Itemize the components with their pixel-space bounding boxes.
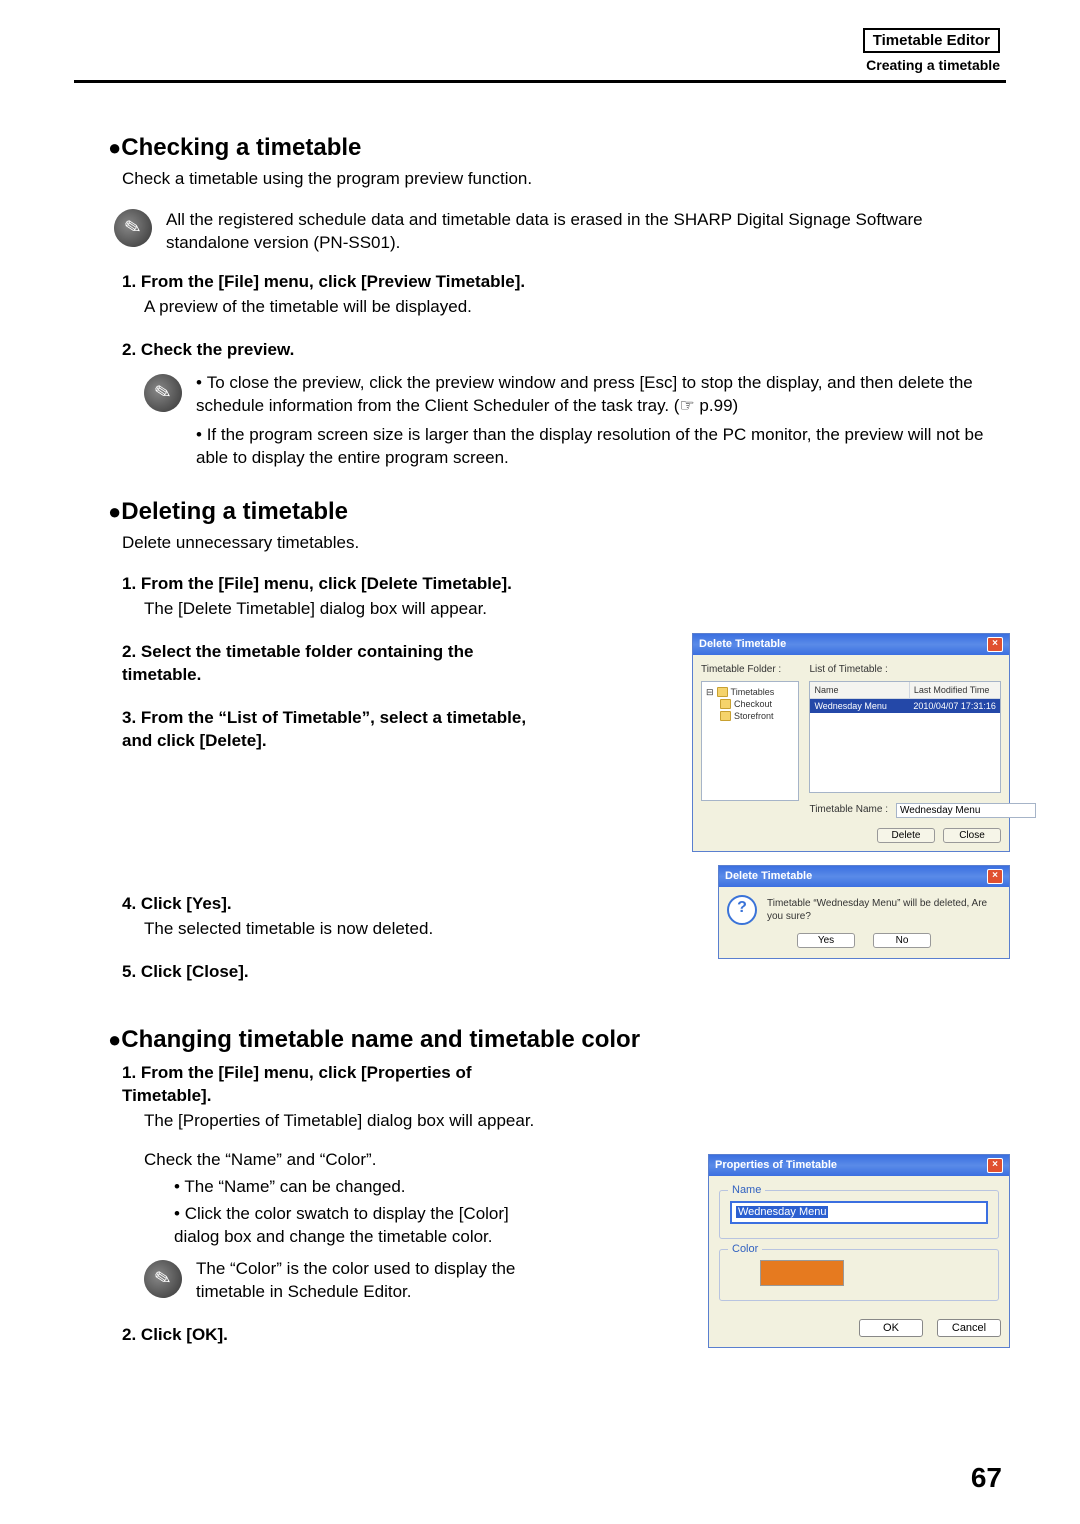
dialog-title: Delete Timetable [699, 637, 786, 652]
folder-tree[interactable]: ⊟Timetables Checkout Storefront [701, 681, 799, 801]
name-legend: Name [728, 1183, 765, 1198]
dialog-titlebar: Delete Timetable × [719, 866, 1009, 887]
close-button[interactable]: Close [943, 828, 1001, 843]
pencil-note-icon [140, 1257, 185, 1302]
ok-button[interactable]: OK [859, 1319, 923, 1337]
step-body: The selected timetable is now deleted. [144, 918, 538, 941]
step-title: Click [Yes]. [141, 894, 232, 913]
question-icon: ? [727, 895, 757, 925]
step-title: From the [File] menu, click [Preview Tim… [141, 272, 525, 291]
step-title: Check the preview. [141, 340, 294, 359]
name-group: Name Wednesday Menu [719, 1190, 999, 1239]
close-icon[interactable]: × [987, 1158, 1003, 1173]
dialog-title: Delete Timetable [725, 869, 812, 884]
changing-steps: From the [File] menu, click [Properties … [108, 1062, 558, 1347]
color-legend: Color [728, 1242, 762, 1257]
confirm-message: Timetable “Wednesday Menu” will be delet… [767, 897, 1001, 924]
dialog-titlebar: Delete Timetable × [693, 634, 1009, 655]
section-heading-deleting: ●Deleting a timetable [108, 496, 1000, 528]
dialog-titlebar: Properties of Timetable × [709, 1155, 1009, 1176]
step-title: From the “List of Timetable”, select a t… [122, 708, 526, 750]
tree-root: Timetables [731, 686, 775, 698]
step-title: Click [Close]. [141, 962, 249, 981]
column-time: Last Modified Time [910, 682, 1000, 698]
column-name: Name [810, 682, 909, 698]
header-title: Timetable Editor [863, 28, 1000, 53]
name-input[interactable]: Wednesday Menu [730, 1201, 988, 1224]
timetable-name-label: Timetable Name : [809, 803, 888, 817]
header-subtitle: Creating a timetable [863, 57, 1000, 73]
step-3: From the “List of Timetable”, select a t… [122, 707, 538, 753]
tip-text: All the registered schedule data and tim… [166, 209, 1000, 255]
timetable-list[interactable]: Name Last Modified Time Wednesday Menu 2… [809, 681, 1001, 793]
step-1: From the [File] menu, click [Properties … [122, 1062, 558, 1304]
sub-bullets: The “Name” can be changed. Click the col… [174, 1176, 558, 1249]
section-heading-checking: ●Checking a timetable [108, 132, 1000, 164]
step-title: From the [File] menu, click [Properties … [122, 1063, 472, 1105]
no-button[interactable]: No [873, 933, 931, 948]
step-5: Click [Close]. [122, 961, 538, 984]
step-title: Select the timetable folder containing t… [122, 642, 473, 684]
pencil-note-icon [140, 370, 185, 415]
dialog-title: Properties of Timetable [715, 1158, 837, 1173]
tip-row: All the registered schedule data and tim… [114, 209, 1000, 255]
color-swatch[interactable] [760, 1260, 844, 1286]
step-title: Click [OK]. [141, 1325, 228, 1344]
list-label: List of Timetable : [809, 663, 1001, 677]
inner-tip-text: To close the preview, click the preview … [196, 373, 973, 415]
page-number: 67 [971, 1462, 1002, 1494]
step-2: Click [OK]. [122, 1324, 558, 1347]
tree-item[interactable]: Storefront [734, 710, 774, 722]
step-title: From the [File] menu, click [Delete Time… [141, 574, 512, 593]
close-icon[interactable]: × [987, 869, 1003, 884]
step-1: From the [File] menu, click [Preview Tim… [122, 271, 1000, 319]
checking-steps: From the [File] menu, click [Preview Tim… [108, 271, 1000, 476]
check-name-color: Check the “Name” and “Color”. [144, 1150, 376, 1169]
yes-button[interactable]: Yes [797, 933, 855, 948]
timetable-name-input[interactable] [896, 803, 1036, 818]
row-name: Wednesday Menu [810, 699, 909, 713]
checking-intro: Check a timetable using the program prev… [122, 168, 1000, 191]
deleting-steps: From the [File] menu, click [Delete Time… [108, 573, 538, 983]
row-time: 2010/04/07 17:31:16 [909, 699, 1000, 713]
inner-tip-item: • To close the preview, click the previe… [196, 372, 1000, 418]
cancel-button[interactable]: Cancel [937, 1319, 1001, 1337]
inner-tip-item: • If the program screen size is larger t… [196, 424, 1000, 470]
confirm-delete-dialog: Delete Timetable × ? Timetable “Wednesda… [718, 865, 1010, 959]
horizontal-rule [74, 80, 1006, 83]
delete-button[interactable]: Delete [877, 828, 935, 843]
pencil-note-icon [110, 206, 155, 251]
heading-text: Changing timetable name and timetable co… [121, 1026, 640, 1053]
inner-tip-list: • To close the preview, click the previe… [196, 372, 1000, 476]
color-tip-text: The “Color” is the color used to display… [196, 1258, 558, 1304]
name-value: Wednesday Menu [736, 1206, 828, 1218]
list-row-selected[interactable]: Wednesday Menu 2010/04/07 17:31:16 [810, 699, 1000, 713]
section-heading-changing: ●Changing timetable name and timetable c… [108, 1024, 1000, 1056]
page-header: Timetable Editor Creating a timetable [863, 28, 1000, 73]
inner-tip-text: If the program screen size is larger tha… [196, 425, 983, 467]
tree-item[interactable]: Checkout [734, 698, 772, 710]
step-2: Check the preview. • To close the previe… [122, 339, 1000, 476]
close-icon[interactable]: × [987, 637, 1003, 652]
sub-bullet: Click the color swatch to display the [C… [174, 1203, 558, 1249]
step-body: The [Properties of Timetable] dialog box… [144, 1110, 558, 1133]
color-tip: The “Color” is the color used to display… [144, 1258, 558, 1304]
color-group: Color [719, 1249, 999, 1301]
deleting-intro: Delete unnecessary timetables. [122, 532, 1000, 555]
step-body: A preview of the timetable will be displ… [144, 296, 1000, 319]
step-1: From the [File] menu, click [Delete Time… [122, 573, 538, 621]
heading-text: Checking a timetable [121, 134, 361, 161]
step-body: The [Delete Timetable] dialog box will a… [144, 598, 538, 621]
inner-tip: • To close the preview, click the previe… [144, 372, 1000, 476]
step-2: Select the timetable folder containing t… [122, 641, 538, 687]
properties-dialog: Properties of Timetable × Name Wednesday… [708, 1154, 1010, 1348]
heading-text: Deleting a timetable [121, 498, 348, 525]
sub-bullet: The “Name” can be changed. [174, 1176, 558, 1199]
tree-label: Timetable Folder : [701, 663, 799, 677]
step-4: Click [Yes]. The selected timetable is n… [122, 893, 538, 941]
delete-timetable-dialog: Delete Timetable × Timetable Folder : ⊟T… [692, 633, 1010, 852]
